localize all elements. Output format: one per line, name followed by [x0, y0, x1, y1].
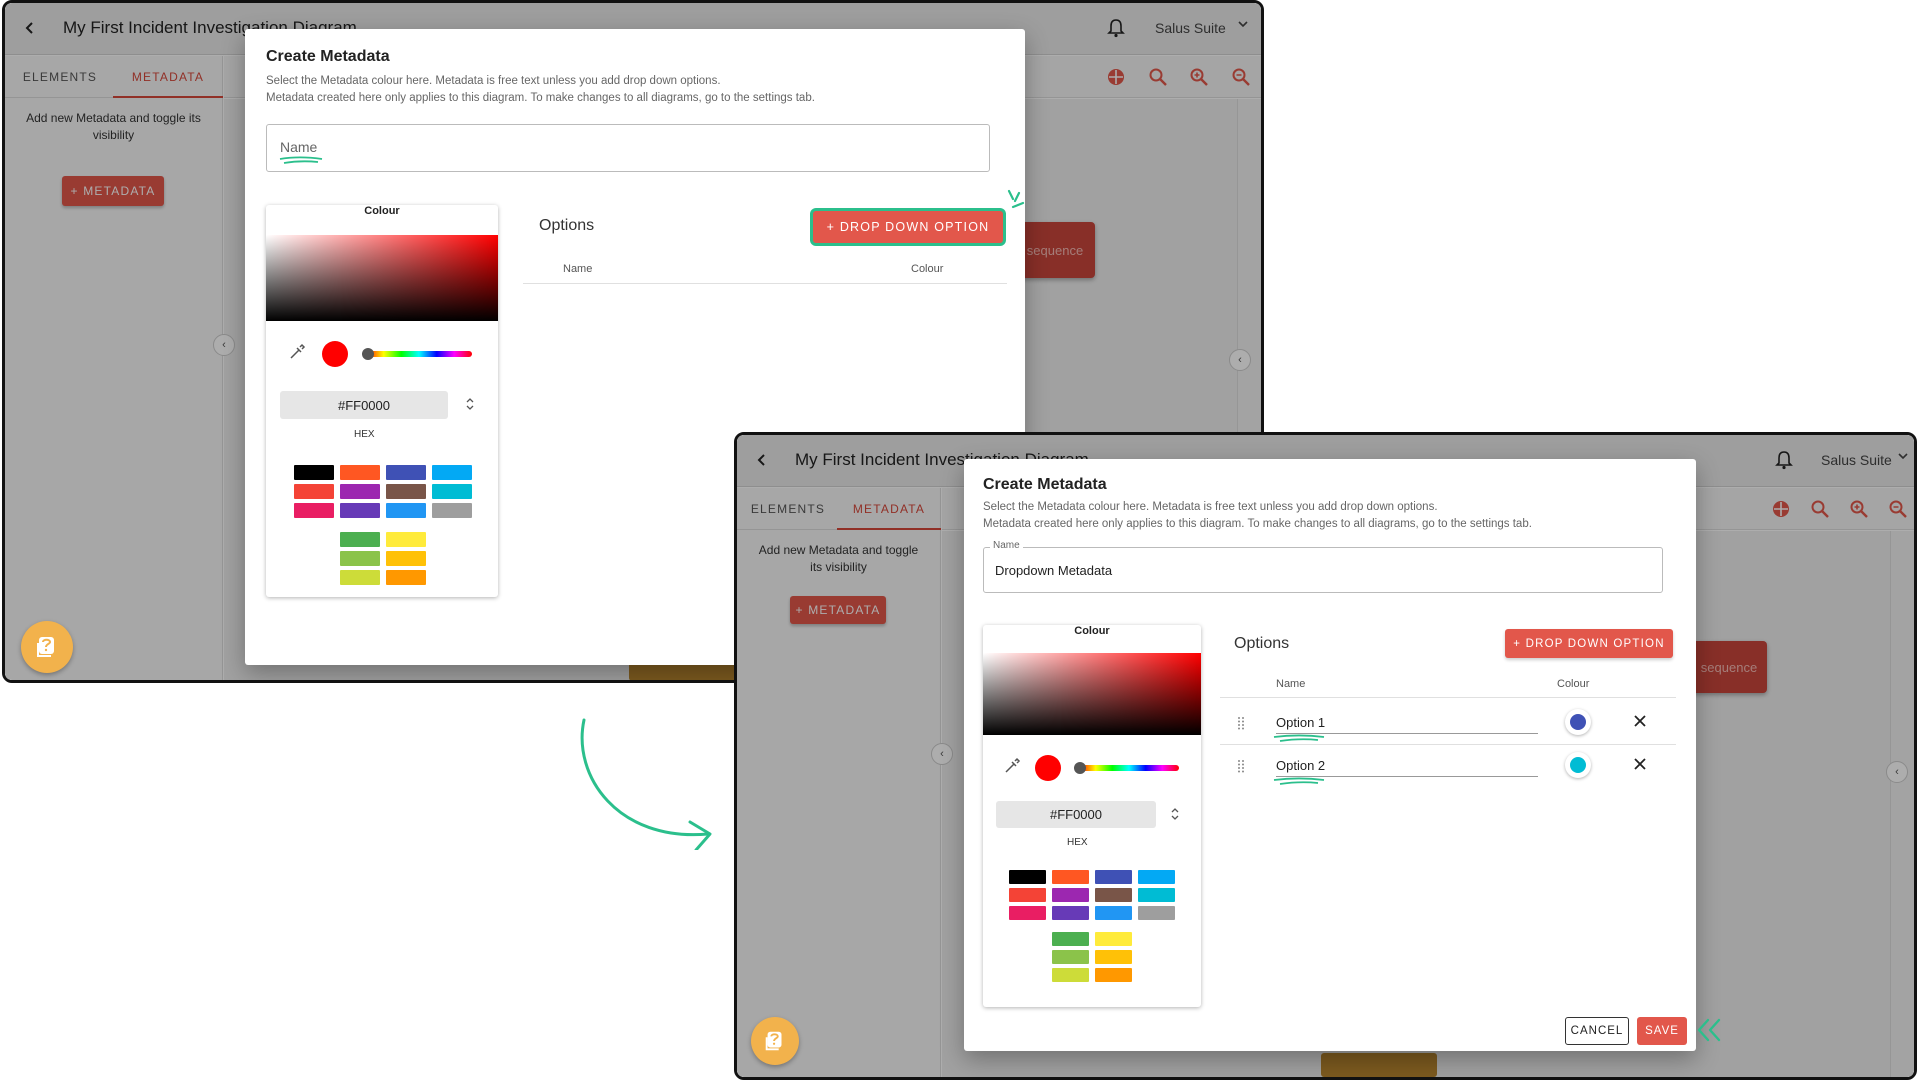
option-colour-swatch: [1570, 714, 1586, 730]
colour-swatch[interactable]: [386, 503, 426, 518]
eyedropper-icon[interactable]: [1003, 757, 1021, 775]
colour-swatch[interactable]: [340, 465, 380, 480]
dialog-title: Create Metadata: [266, 48, 390, 65]
column-header-colour: Colour: [911, 263, 944, 275]
colour-swatch[interactable]: [1095, 950, 1132, 964]
colour-swatch[interactable]: [294, 465, 334, 480]
hue-slider[interactable]: [1079, 765, 1179, 771]
column-header-name: Name: [563, 263, 593, 275]
colour-swatch[interactable]: [1095, 870, 1132, 884]
hex-input[interactable]: #FF0000: [996, 801, 1156, 828]
click-emphasis-annotation: [1007, 189, 1025, 209]
format-toggle-icon[interactable]: [466, 397, 474, 413]
option-name-input[interactable]: Option 1: [1276, 715, 1325, 730]
help-button[interactable]: [21, 621, 73, 673]
options-header-divider: [1220, 697, 1676, 698]
create-metadata-dialog: Create Metadata Select the Metadata colo…: [964, 459, 1696, 1051]
colour-swatch[interactable]: [340, 551, 380, 566]
column-header-colour: Colour: [1557, 678, 1590, 690]
colour-swatch[interactable]: [1095, 888, 1132, 902]
current-colour-swatch: [322, 341, 348, 367]
option-divider: [1220, 744, 1676, 745]
colour-swatch[interactable]: [1052, 932, 1089, 946]
format-toggle-icon[interactable]: [1171, 807, 1179, 823]
colour-swatch[interactable]: [340, 503, 380, 518]
add-dropdown-option-button[interactable]: + DROP DOWN OPTION: [813, 211, 1003, 243]
underline-annotation: [1273, 777, 1325, 785]
colour-swatch[interactable]: [1095, 906, 1132, 920]
colour-label: Colour: [364, 205, 400, 217]
colour-swatch[interactable]: [1052, 888, 1089, 902]
app-window: My First Incident Investigation Diagram …: [737, 435, 1914, 1077]
save-emphasis-annotation: [1697, 1018, 1721, 1042]
options-header-divider: [523, 283, 1007, 284]
colour-swatch[interactable]: [386, 570, 426, 585]
current-colour-swatch: [1035, 755, 1061, 781]
colour-swatch[interactable]: [1138, 906, 1175, 920]
colour-swatch[interactable]: [1052, 950, 1089, 964]
hue-slider-knob[interactable]: [1074, 762, 1086, 774]
colour-swatch[interactable]: [1095, 968, 1132, 982]
drag-handle-icon[interactable]: [1236, 759, 1246, 773]
option-name-input[interactable]: Option 2: [1276, 758, 1325, 773]
colour-swatch[interactable]: [340, 570, 380, 585]
colour-swatch[interactable]: [1009, 906, 1046, 920]
underline-annotation: [1273, 734, 1325, 742]
colour-swatch[interactable]: [386, 532, 426, 547]
colour-swatch[interactable]: [1009, 888, 1046, 902]
saturation-area[interactable]: [266, 235, 498, 321]
name-field[interactable]: [266, 124, 990, 172]
dialog-subtitle-line1: Select the Metadata colour here. Metadat…: [983, 501, 1438, 513]
dialog-title: Create Metadata: [983, 476, 1107, 493]
hue-slider-knob[interactable]: [362, 348, 374, 360]
colour-swatch[interactable]: [340, 484, 380, 499]
colour-swatch[interactable]: [432, 465, 472, 480]
colour-swatch[interactable]: [1095, 932, 1132, 946]
colour-swatch[interactable]: [386, 484, 426, 499]
hex-input[interactable]: #FF0000: [280, 391, 448, 419]
dialog-subtitle-line2: Metadata created here only applies to th…: [983, 518, 1532, 530]
colour-picker: Colour #FF0000 HEX: [266, 205, 498, 597]
dialog-subtitle-line2: Metadata created here only applies to th…: [266, 92, 815, 104]
colour-picker: Colour #FF0000 HEX: [983, 625, 1201, 1007]
colour-swatch[interactable]: [1052, 870, 1089, 884]
hex-label: HEX: [354, 429, 375, 440]
drag-handle-icon[interactable]: [1236, 716, 1246, 730]
colour-swatch[interactable]: [1138, 870, 1175, 884]
saturation-area[interactable]: [983, 653, 1201, 735]
option-colour-swatch: [1570, 757, 1586, 773]
hue-slider[interactable]: [366, 351, 472, 357]
options-title: Options: [539, 217, 595, 234]
name-field-label: Name: [990, 540, 1023, 551]
name-value: Dropdown Metadata: [995, 563, 1113, 578]
colour-swatch[interactable]: [432, 503, 472, 518]
cancel-button[interactable]: CANCEL: [1565, 1017, 1629, 1045]
colour-swatch[interactable]: [1052, 906, 1089, 920]
column-header-name: Name: [1276, 678, 1306, 690]
help-button[interactable]: [751, 1017, 799, 1065]
transition-arrow: [580, 718, 712, 850]
hex-label: HEX: [1067, 837, 1088, 848]
dialog-subtitle-line1: Select the Metadata colour here. Metadat…: [266, 75, 721, 87]
colour-swatch[interactable]: [294, 484, 334, 499]
remove-option-icon[interactable]: [1633, 755, 1647, 776]
colour-swatch[interactable]: [1138, 888, 1175, 902]
colour-swatch[interactable]: [294, 503, 334, 518]
add-dropdown-option-button[interactable]: + DROP DOWN OPTION: [1505, 629, 1673, 658]
underline-annotation: [279, 156, 323, 164]
name-placeholder: Name: [280, 139, 318, 155]
save-button[interactable]: SAVE: [1637, 1017, 1687, 1045]
colour-swatch[interactable]: [340, 532, 380, 547]
colour-swatch[interactable]: [386, 465, 426, 480]
screenshot-after: My First Incident Investigation Diagram …: [734, 432, 1917, 1080]
remove-option-icon[interactable]: [1633, 712, 1647, 733]
colour-swatch[interactable]: [386, 551, 426, 566]
colour-swatch[interactable]: [1009, 870, 1046, 884]
colour-label: Colour: [1074, 625, 1110, 637]
colour-swatch[interactable]: [1052, 968, 1089, 982]
eyedropper-icon[interactable]: [288, 343, 306, 361]
options-title: Options: [1234, 635, 1290, 652]
colour-swatch[interactable]: [432, 484, 472, 499]
